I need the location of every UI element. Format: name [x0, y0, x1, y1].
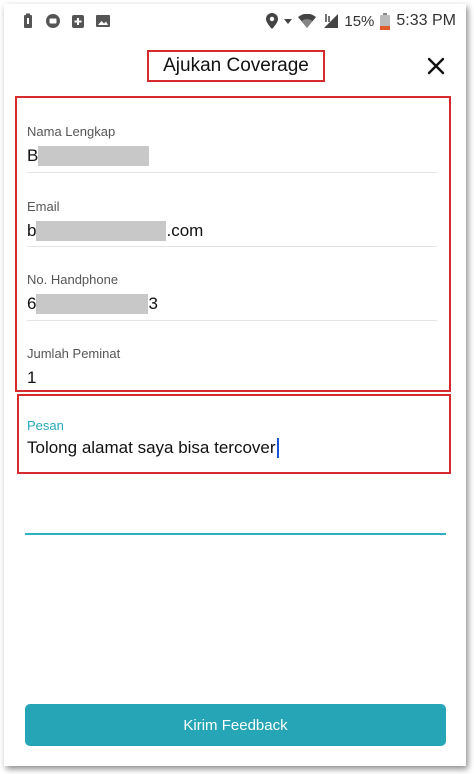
- jumlah-peminat-value: 1: [27, 368, 37, 387]
- pesan-value[interactable]: Tolong alamat saya bisa tercover: [27, 438, 279, 458]
- phone-screen: 15% 5:33 PM Ajukan Coverage Nama Lengkap…: [4, 4, 466, 766]
- page-title: Ajukan Coverage: [147, 50, 325, 82]
- phone-field: No. Handphone 63: [27, 272, 437, 315]
- redaction-mask: [36, 221, 167, 241]
- phone-label: No. Handphone: [27, 272, 119, 287]
- close-icon: [427, 57, 445, 75]
- phone-value: 63: [27, 293, 437, 315]
- status-bar: 15% 5:33 PM: [4, 4, 466, 40]
- email-suffix: .com: [166, 221, 204, 240]
- chat-icon: [46, 14, 60, 28]
- email-label: Email: [27, 199, 60, 214]
- battery-low-icon: [380, 12, 391, 30]
- status-right-icons: 15% 5:33 PM: [266, 12, 456, 30]
- battery-percent: 15%: [344, 12, 375, 30]
- plus-box-icon: [72, 15, 84, 28]
- input-underline: [25, 533, 446, 535]
- status-left-icons: [20, 13, 111, 29]
- image-icon: [96, 15, 110, 27]
- signal-icon: [324, 14, 339, 28]
- email-value: b .com: [27, 220, 437, 242]
- dropdown-arrow-icon: [284, 19, 293, 24]
- close-button[interactable]: [422, 52, 450, 80]
- email-prefix: b: [27, 221, 37, 240]
- wifi-icon: [298, 14, 317, 28]
- jumlah-peminat-field: Jumlah Peminat 1: [27, 346, 437, 389]
- text-cursor: [276, 438, 279, 458]
- nama-lengkap-prefix: B: [27, 146, 39, 165]
- clock: 5:33 PM: [396, 12, 456, 29]
- jumlah-peminat-label: Jumlah Peminat: [27, 346, 121, 361]
- divider: [27, 320, 437, 321]
- nama-lengkap-label: Nama Lengkap: [27, 124, 116, 139]
- location-icon: [266, 13, 279, 29]
- pesan-input[interactable]: Pesan Tolong alamat saya bisa tercover: [17, 394, 451, 474]
- pesan-text: Tolong alamat saya bisa tercover: [27, 438, 276, 457]
- user-info-section: Nama Lengkap B Email b .com No. Handphone…: [15, 96, 451, 392]
- phone-suffix: 3: [148, 294, 158, 313]
- pesan-label: Pesan: [27, 418, 64, 433]
- redaction-mask: [36, 294, 149, 314]
- email-field: Email b .com: [27, 199, 437, 242]
- kirim-feedback-button[interactable]: Kirim Feedback: [25, 704, 446, 746]
- redaction-mask: [38, 146, 150, 166]
- nama-lengkap-value: B: [27, 145, 437, 167]
- divider: [27, 172, 437, 173]
- divider: [27, 246, 437, 247]
- nama-lengkap-field: Nama Lengkap B: [27, 124, 437, 167]
- battery-saver-icon: [24, 13, 32, 28]
- phone-prefix: 6: [27, 294, 37, 313]
